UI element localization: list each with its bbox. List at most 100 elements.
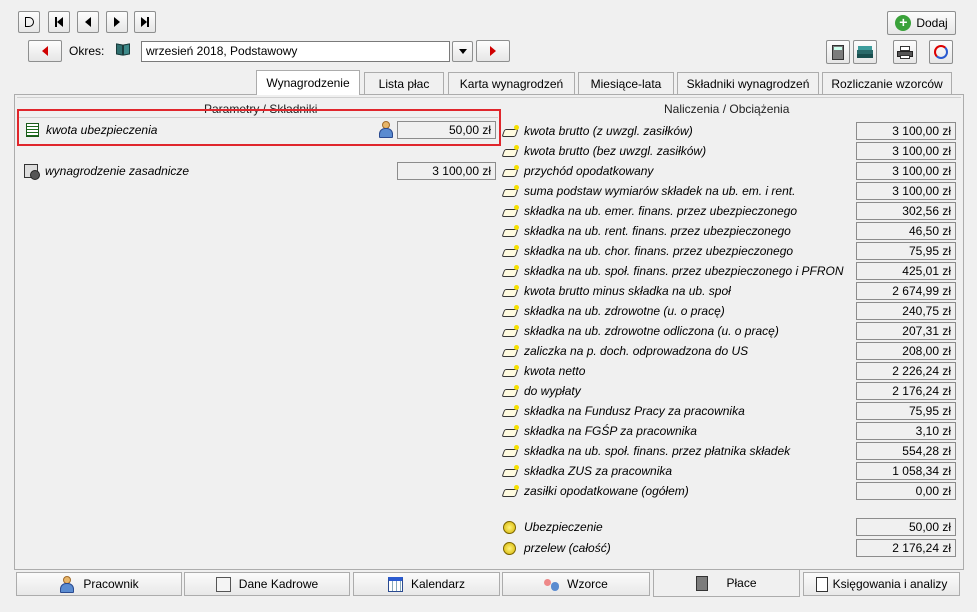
- naliczenie-row[interactable]: suma podstaw wymiarów składek na ub. em.…: [503, 182, 795, 200]
- naliczenie-row[interactable]: składka na ub. społ. finans. przez ubezp…: [503, 262, 844, 280]
- calculator-button[interactable]: [826, 40, 850, 64]
- naliczenie-value[interactable]: 425,01 zł: [856, 262, 956, 280]
- naliczenie-row[interactable]: zasiłki opodatkowane (ogółem): [503, 482, 689, 500]
- naliczenie-label: do wypłaty: [524, 384, 581, 398]
- naliczenie-row[interactable]: składka na ub. społ. finans. przez płatn…: [503, 442, 790, 460]
- naliczenie-row[interactable]: składka na ub. emer. finans. przez ubezp…: [503, 202, 797, 220]
- next-period-button[interactable]: [476, 40, 510, 62]
- extra-value-ubezpieczenie[interactable]: 50,00 zł: [856, 518, 956, 536]
- naliczenie-value[interactable]: 3 100,00 zł: [856, 122, 956, 140]
- period-dropdown-button[interactable]: [452, 41, 473, 62]
- naliczenie-row[interactable]: kwota brutto minus składka na ub. społ: [503, 282, 731, 300]
- naliczenie-label: zaliczka na p. doch. odprowadzona do US: [524, 344, 749, 358]
- naliczenie-row[interactable]: składka na ub. chor. finans. przez ubezp…: [503, 242, 793, 260]
- bottom-tab-place[interactable]: Płace: [653, 570, 800, 597]
- naliczenie-row[interactable]: składka na ub. zdrowotne (u. o pracę): [503, 302, 725, 320]
- tab-rozliczanie-wzorcow[interactable]: Rozliczanie wzorców: [822, 72, 952, 94]
- naliczenie-label: kwota brutto (bez uwzgl. zasiłków): [524, 144, 707, 158]
- naliczenie-value[interactable]: 2 226,24 zł: [856, 362, 956, 380]
- bottom-tab-dane-kadrowe[interactable]: Dane Kadrowe: [184, 572, 350, 596]
- naliczenie-value[interactable]: 1 058,34 zł: [856, 462, 956, 480]
- naliczenie-label: składka na ub. zdrowotne odliczona (u. o…: [524, 324, 779, 338]
- tab-miesiace-lata[interactable]: Miesiące-lata: [578, 72, 674, 94]
- hand-coin-icon: [503, 345, 519, 357]
- extra-row-ubezpieczenie[interactable]: Ubezpieczenie: [503, 518, 603, 536]
- first-record-button[interactable]: [48, 11, 70, 33]
- tab-karta-wynagrodzen[interactable]: Karta wynagrodzeń: [448, 72, 575, 94]
- naliczenie-value[interactable]: 207,31 zł: [856, 322, 956, 340]
- books-button[interactable]: [853, 40, 877, 64]
- chevron-down-icon: [458, 49, 467, 54]
- extra-value-przelew[interactable]: 2 176,24 zł: [856, 539, 956, 557]
- bottom-tab-label: Kalendarz: [410, 577, 466, 591]
- naliczenie-row[interactable]: składka na ub. rent. finans. przez ubezp…: [503, 222, 791, 240]
- bottom-tab-ksiegowania[interactable]: Księgowania i analizy: [803, 572, 960, 596]
- naliczenie-value[interactable]: 2 674,99 zł: [856, 282, 956, 300]
- hand-coin-icon: [503, 465, 519, 477]
- hand-coin-icon: [503, 385, 519, 397]
- bottom-tab-kalendarz[interactable]: Kalendarz: [353, 572, 500, 596]
- hand-coin-icon: [503, 425, 519, 437]
- bottom-tab-wzorce[interactable]: Wzorce: [502, 572, 650, 596]
- naliczenie-value[interactable]: 0,00 zł: [856, 482, 956, 500]
- naliczenie-row[interactable]: do wypłaty: [503, 382, 581, 400]
- new-record-button[interactable]: [18, 11, 40, 33]
- printer-icon: [897, 45, 913, 59]
- prev-period-button[interactable]: [28, 40, 62, 62]
- coin-icon: [503, 541, 516, 555]
- naliczenie-row[interactable]: składka na ub. zdrowotne odliczona (u. o…: [503, 322, 779, 340]
- calendar-icon: [387, 576, 403, 592]
- settings-document-icon: [24, 164, 40, 180]
- naliczenie-row[interactable]: składka na FGŚP za pracownika: [503, 422, 697, 440]
- refresh-icon: [934, 45, 948, 59]
- refresh-button[interactable]: [929, 40, 953, 64]
- naliczenie-row[interactable]: składka na Fundusz Pracy za pracownika: [503, 402, 745, 420]
- selection-highlight: [17, 109, 501, 146]
- bottom-tab-label: Księgowania i analizy: [832, 577, 948, 591]
- hand-coin-icon: [503, 485, 519, 497]
- bottom-tab-label: Wzorce: [567, 577, 608, 591]
- naliczenie-value[interactable]: 2 176,24 zł: [856, 382, 956, 400]
- print-button[interactable]: [893, 40, 917, 64]
- naliczenie-row[interactable]: przychód opodatkowany: [503, 162, 653, 180]
- naliczenie-value[interactable]: 3,10 zł: [856, 422, 956, 440]
- naliczenie-row[interactable]: składka ZUS za pracownika: [503, 462, 672, 480]
- person-icon: [59, 576, 75, 593]
- prev-record-button[interactable]: [77, 11, 99, 33]
- naliczenie-row[interactable]: zaliczka na p. doch. odprowadzona do US: [503, 342, 748, 360]
- add-button[interactable]: + Dodaj: [887, 11, 956, 35]
- tab-wynagrodzenie[interactable]: Wynagrodzenie: [256, 70, 360, 95]
- next-record-button[interactable]: [106, 11, 128, 33]
- naliczenie-value[interactable]: 302,56 zł: [856, 202, 956, 220]
- naliczenie-row[interactable]: kwota brutto (z uwzgl. zasiłków): [503, 122, 693, 140]
- naliczenie-row[interactable]: kwota netto: [503, 362, 585, 380]
- tab-skladniki-wynagrodzen[interactable]: Składniki wynagrodzeń: [677, 72, 819, 94]
- naliczenie-value[interactable]: 3 100,00 zł: [856, 142, 956, 160]
- naliczenie-value[interactable]: 46,50 zł: [856, 222, 956, 240]
- period-select-input[interactable]: wrzesień 2018, Podstawowy: [141, 41, 450, 62]
- tab-lista-plac[interactable]: Lista płac: [364, 72, 444, 94]
- okres-label: Okres:: [69, 44, 105, 58]
- hand-coin-icon: [503, 225, 519, 237]
- naliczenie-label: przychód opodatkowany: [524, 164, 654, 178]
- naliczenie-value[interactable]: 75,95 zł: [856, 242, 956, 260]
- hand-coin-icon: [503, 405, 519, 417]
- naliczenie-value[interactable]: 75,95 zł: [856, 402, 956, 420]
- naliczenie-value[interactable]: 208,00 zł: [856, 342, 956, 360]
- param-value-wynagrodzenie-zasadnicze[interactable]: 3 100,00 zł: [397, 162, 496, 180]
- naliczenie-label: składka ZUS za pracownika: [524, 464, 673, 478]
- naliczenie-value[interactable]: 3 100,00 zł: [856, 162, 956, 180]
- naliczenie-value[interactable]: 240,75 zł: [856, 302, 956, 320]
- extra-row-przelew[interactable]: przelew (całość): [503, 539, 611, 557]
- naliczenie-value[interactable]: 554,28 zł: [856, 442, 956, 460]
- last-record-button[interactable]: [134, 11, 156, 33]
- naliczenie-value[interactable]: 3 100,00 zł: [856, 182, 956, 200]
- naliczenie-row[interactable]: kwota brutto (bez uwzgl. zasiłków): [503, 142, 706, 160]
- param-row-wynagrodzenie-zasadnicze[interactable]: wynagrodzenie zasadnicze: [24, 162, 189, 180]
- book-icon: [116, 42, 132, 56]
- extra-label: przelew (całość): [524, 541, 611, 555]
- bottom-tab-label: Pracownik: [83, 577, 139, 591]
- prev-icon: [85, 17, 91, 27]
- naliczenie-label: składka na ub. rent. finans. przez ubezp…: [524, 224, 791, 238]
- bottom-tab-pracownik[interactable]: Pracownik: [16, 572, 182, 596]
